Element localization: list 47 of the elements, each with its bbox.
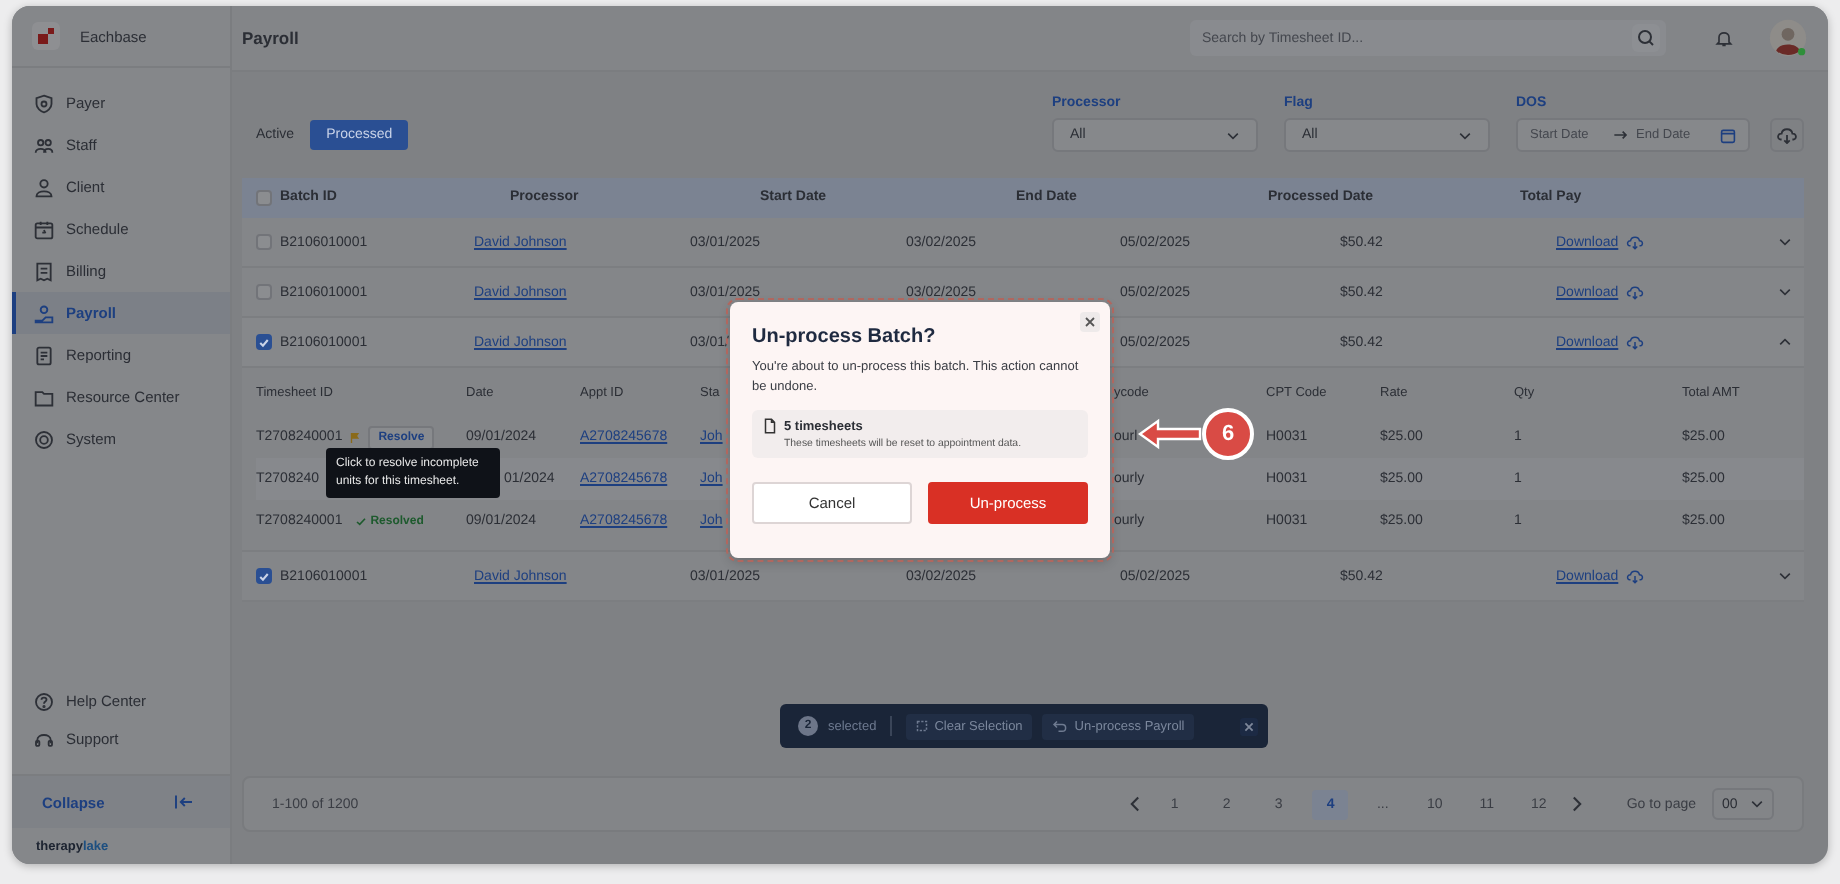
- headset-icon: [34, 729, 54, 749]
- cloud-download-button[interactable]: [1770, 118, 1804, 152]
- chevron-down-icon[interactable]: [1778, 288, 1792, 296]
- chevron-down-icon: [1226, 131, 1240, 139]
- undo-icon: [1052, 720, 1069, 732]
- collapse-icon[interactable]: [174, 794, 194, 810]
- chevron-down-icon[interactable]: [1778, 572, 1792, 580]
- cloud-download-icon[interactable]: [1626, 568, 1645, 584]
- dialog-title: Un-process Batch?: [752, 326, 938, 348]
- close-icon[interactable]: [1240, 717, 1258, 735]
- callout-arrow: [1136, 418, 1204, 450]
- checkbox[interactable]: [256, 234, 272, 250]
- chevron-down-icon: [1458, 131, 1472, 139]
- cloud-download-icon: [1776, 126, 1798, 144]
- nav-icon: [34, 387, 54, 407]
- checkbox[interactable]: [256, 568, 272, 584]
- chevron-up-icon[interactable]: [1778, 338, 1792, 346]
- checkbox[interactable]: [256, 190, 272, 206]
- logo-icon: [32, 22, 60, 50]
- chevron-left-icon[interactable]: [1130, 796, 1141, 812]
- bell-icon[interactable]: [1714, 28, 1734, 48]
- nav-icon: [34, 261, 54, 281]
- cloud-download-icon[interactable]: [1626, 284, 1645, 300]
- cloud-download-icon[interactable]: [1626, 234, 1645, 250]
- check-icon: [356, 517, 367, 525]
- close-icon[interactable]: [1080, 312, 1100, 332]
- nav-icon: [34, 177, 54, 197]
- chevron-down-icon: [1750, 800, 1764, 808]
- checkbox[interactable]: [256, 284, 272, 300]
- chevron-down-icon[interactable]: [1778, 238, 1792, 246]
- nav-icon: [34, 345, 54, 365]
- clear-selection-icon: [916, 720, 929, 732]
- arrow-right-icon: [1614, 130, 1628, 140]
- nav-icon: [34, 429, 54, 449]
- nav-icon: [34, 135, 54, 155]
- page-title: Payroll: [242, 28, 301, 48]
- nav-icon: [34, 93, 54, 113]
- chevron-right-icon[interactable]: [1572, 796, 1583, 812]
- cloud-download-icon[interactable]: [1626, 334, 1645, 350]
- nav-icon: [34, 303, 54, 323]
- nav-icon: [34, 219, 54, 239]
- checkbox[interactable]: [256, 334, 272, 350]
- document-icon: [764, 418, 776, 434]
- avatar[interactable]: [1768, 18, 1808, 58]
- calendar-icon: [1720, 127, 1736, 143]
- flag-icon: [350, 431, 361, 443]
- help-icon: [34, 691, 54, 711]
